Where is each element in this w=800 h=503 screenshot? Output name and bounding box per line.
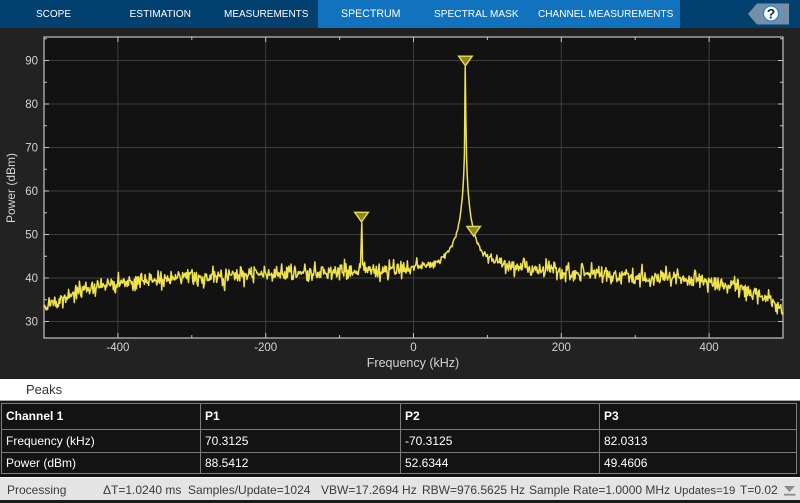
svg-text:90: 90 [25, 56, 38, 68]
svg-text:0: 0 [410, 342, 416, 354]
svg-text:60: 60 [25, 186, 38, 198]
svg-text:70: 70 [25, 143, 38, 155]
svg-text:400: 400 [700, 342, 719, 354]
svg-text:-400: -400 [106, 342, 129, 354]
svg-text:Frequency (kHz): Frequency (kHz) [367, 356, 459, 370]
svg-text:30: 30 [25, 317, 38, 329]
svg-text:40: 40 [25, 273, 38, 285]
svg-text:80: 80 [25, 99, 38, 111]
svg-text:200: 200 [552, 342, 571, 354]
svg-text:-200: -200 [254, 342, 277, 354]
svg-text:50: 50 [25, 230, 38, 242]
svg-text:Power (dBm): Power (dBm) [4, 153, 18, 223]
